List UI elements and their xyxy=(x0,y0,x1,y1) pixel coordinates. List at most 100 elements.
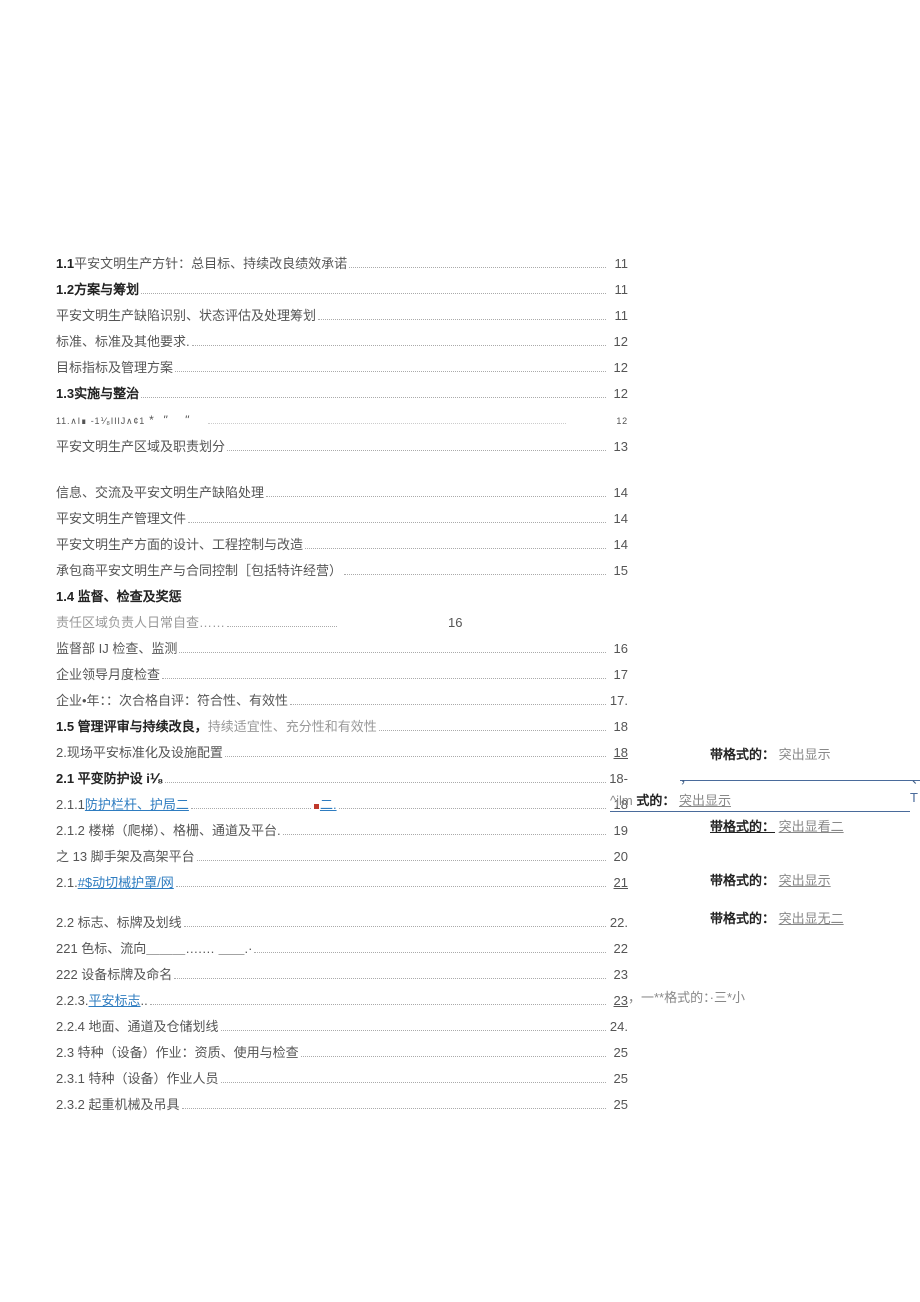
toc-entry: 责任区域负责人日常自查…… 16 xyxy=(56,611,628,635)
toc-entry: 承包商平安文明生产与合同控制［包括特许经营） 15 xyxy=(56,559,628,583)
page-number: 18- xyxy=(608,767,628,791)
format-annotation: 带格式的： 突出显示 xyxy=(710,870,831,889)
toc-text: 承包商平安文明生产与合同控制［包括特许经营） xyxy=(56,559,342,583)
toc-link[interactable]: #$动切械护罩/网 xyxy=(78,871,174,895)
annotation-text: 突出显示 xyxy=(779,873,831,888)
toc-entry: 平安文明生产方面的设计、工程控制与改造 14 xyxy=(56,533,628,557)
page-number: 14 xyxy=(608,507,628,531)
toc-entry: 221 色标、流向＿＿＿….… ＿＿.· 22 xyxy=(56,937,628,961)
toc-entry: 2.3.2 起重机械及吊具 25 xyxy=(56,1093,628,1117)
toc-entry: 监督部 IJ 检查、监测 16 xyxy=(56,637,628,661)
annotation-pre: ^jlm xyxy=(610,793,636,808)
page-number: 18 xyxy=(608,741,628,765)
toc-prefix: 2.1.1 xyxy=(56,793,85,817)
toc-prefix: 1.3 xyxy=(56,382,74,406)
page-number: 22 xyxy=(608,937,628,961)
toc-entry: 信息、交流及平安文明生产缺陷处理 14 xyxy=(56,481,628,505)
toc-text: 责任区域负责人日常自查…… xyxy=(56,611,225,635)
page-number: 11 xyxy=(608,278,628,302)
page-number: 11 xyxy=(608,252,628,276)
toc-entry: 1.3 实施与整治 12 xyxy=(56,382,628,406)
page-number: 14 xyxy=(608,481,628,505)
toc-heading: 1.4 监督、检查及奖惩 xyxy=(56,585,628,609)
format-annotation: ^jlm 式的： 突出显示 T xyxy=(610,790,910,812)
toc-column: 1.1 平安文明生产方针：总目标、持续改良绩效承诺 11 1.2 方案与筹划 1… xyxy=(56,252,920,1117)
page-number: 17 xyxy=(608,663,628,687)
toc-text: 平安文明生产区域及职责划分 xyxy=(56,435,225,459)
toc-entry: 之 13 脚手架及高架平台 20 xyxy=(56,845,628,869)
mark-icon: " xyxy=(185,408,207,432)
page-number: 13 xyxy=(608,435,628,459)
rule-line: ， 、 xyxy=(680,780,920,781)
toc-text: 2.1.2 楼梯（爬梯）、格栅、通道及平台. xyxy=(56,819,281,843)
toc-entry: 2.1 平变防护设 i⅟₈ 18- xyxy=(56,767,628,791)
page-number: 22. xyxy=(608,911,628,935)
page-number: 20 xyxy=(608,845,628,869)
annotation-prefix: 带格式的： xyxy=(710,747,775,762)
t-mark-icon: T xyxy=(910,790,918,805)
toc-prefix: 2.2.3. xyxy=(56,989,89,1013)
toc-tail: .. xyxy=(141,989,148,1013)
annotation-prefix: 带格式的： xyxy=(710,911,775,926)
toc-text: 平安文明生产缺陷识别、状态评估及处理筹划 xyxy=(56,304,316,328)
toc-text: 平安文明生产管理文件 xyxy=(56,507,186,531)
garbled-text: 11.∧I∎ -1⅟₈IIIJ∧¢1 xyxy=(56,409,145,433)
toc-link[interactable]: 平安标志 xyxy=(89,989,141,1013)
toc-entry: 2.3 特种（设备）作业：资质、使用与检查 25 xyxy=(56,1041,628,1065)
toc-text: 监督部 IJ 检查、监测 xyxy=(56,637,177,661)
toc-entry: 2.3.1 特种（设备）作业人员 25 xyxy=(56,1067,628,1091)
toc-text: 222 设备标牌及命名 xyxy=(56,963,172,987)
toc-tail: 二. xyxy=(320,793,337,817)
asterisk-icon: * xyxy=(145,408,159,432)
page-number: 21 xyxy=(608,871,628,895)
toc-prefix: 1.2 xyxy=(56,278,74,302)
page-number: 12 xyxy=(608,330,628,354)
page-number: 23 xyxy=(608,963,628,987)
toc-entry: 2.1.1 防护栏杆、护局二 二. 18 xyxy=(56,793,628,817)
toc-entry: 1.5 管理评审与持续改良， 持续适宜性、充分性和有效性 18 xyxy=(56,715,628,739)
annotation-text: 突出显示 xyxy=(679,793,731,808)
format-annotation: ，一**格式的：·三*小 xyxy=(628,987,745,1006)
toc-entry: 企业领导月度检查 17 xyxy=(56,663,628,687)
page-number: 12 xyxy=(568,409,628,433)
toc-text: 平安文明生产方面的设计、工程控制与改造 xyxy=(56,533,303,557)
toc-text: 2.现场平安标准化及设施配置 xyxy=(56,741,223,765)
toc-entry: 2.1. #$动切械护罩/网 21 xyxy=(56,871,628,895)
toc-entry: 2.2.4 地面、通道及仓储划线 24. xyxy=(56,1015,628,1039)
toc-text: 之 13 脚手架及高架平台 xyxy=(56,845,195,869)
toc-entry: 2.2 标志、标牌及划线 22. xyxy=(56,911,628,935)
format-annotation: 带格式的： 突出显无二 xyxy=(710,908,844,927)
page-number: 16 xyxy=(608,637,628,661)
toc-text: 1.5 管理评审与持续改良， xyxy=(56,715,208,739)
toc-entry: 企业•年：：次合格自评：符合性、有效性 17. xyxy=(56,689,628,713)
annotation-text: 突出显看二 xyxy=(779,819,844,834)
toc-entry: 2.现场平安标准化及设施配置 18 xyxy=(56,741,628,765)
toc-text: 2.1 平变防护设 i⅟₈ xyxy=(56,767,163,791)
annotation-text: 突出显无二 xyxy=(779,911,844,926)
toc-text: 1.4 监督、检查及奖惩 xyxy=(56,585,182,609)
toc-text: 实施与整治 xyxy=(74,382,139,406)
toc-text: 2.2 标志、标牌及划线 xyxy=(56,911,182,935)
toc-link[interactable]: 防护栏杆、护局二 xyxy=(85,793,189,817)
page-number: 11 xyxy=(608,304,628,328)
red-marker-icon xyxy=(314,804,319,809)
format-annotation: 带格式的： 突出显示 xyxy=(710,744,831,763)
toc-text: 企业•年：：次合格自评：符合性、有效性 xyxy=(56,689,288,713)
toc-entry: 平安文明生产缺陷识别、状态评估及处理筹划 11 xyxy=(56,304,628,328)
toc-text: 2.3.2 起重机械及吊具 xyxy=(56,1093,180,1117)
annotation-text: ，一**格式的：·三*小 xyxy=(628,990,745,1005)
toc-entry: 2.2.3. 平安标志 .. 23 xyxy=(56,989,628,1013)
toc-text: 2.3.1 特种（设备）作业人员 xyxy=(56,1067,219,1091)
toc-text: 方案与筹划 xyxy=(74,278,139,302)
page-number: 23 xyxy=(608,989,628,1013)
toc-entry-garbled: 11.∧I∎ -1⅟₈IIIJ∧¢1 * " " 12 xyxy=(56,408,628,433)
page-number: 15 xyxy=(608,559,628,583)
toc-text: 2.2.4 地面、通道及仓储划线 xyxy=(56,1015,219,1039)
toc-text: 平安文明生产方针：总目标、持续改良绩效承诺 xyxy=(74,252,347,276)
page-number: 14 xyxy=(608,533,628,557)
toc-text: 2.3 特种（设备）作业：资质、使用与检查 xyxy=(56,1041,299,1065)
format-annotation: 带格式的： 突出显看二 xyxy=(710,816,844,835)
toc-entry: 目标指标及管理方案 12 xyxy=(56,356,628,380)
toc-entry: 1.2 方案与筹划 11 xyxy=(56,278,628,302)
toc-text: 221 色标、流向＿＿＿….… ＿＿.· xyxy=(56,937,252,961)
